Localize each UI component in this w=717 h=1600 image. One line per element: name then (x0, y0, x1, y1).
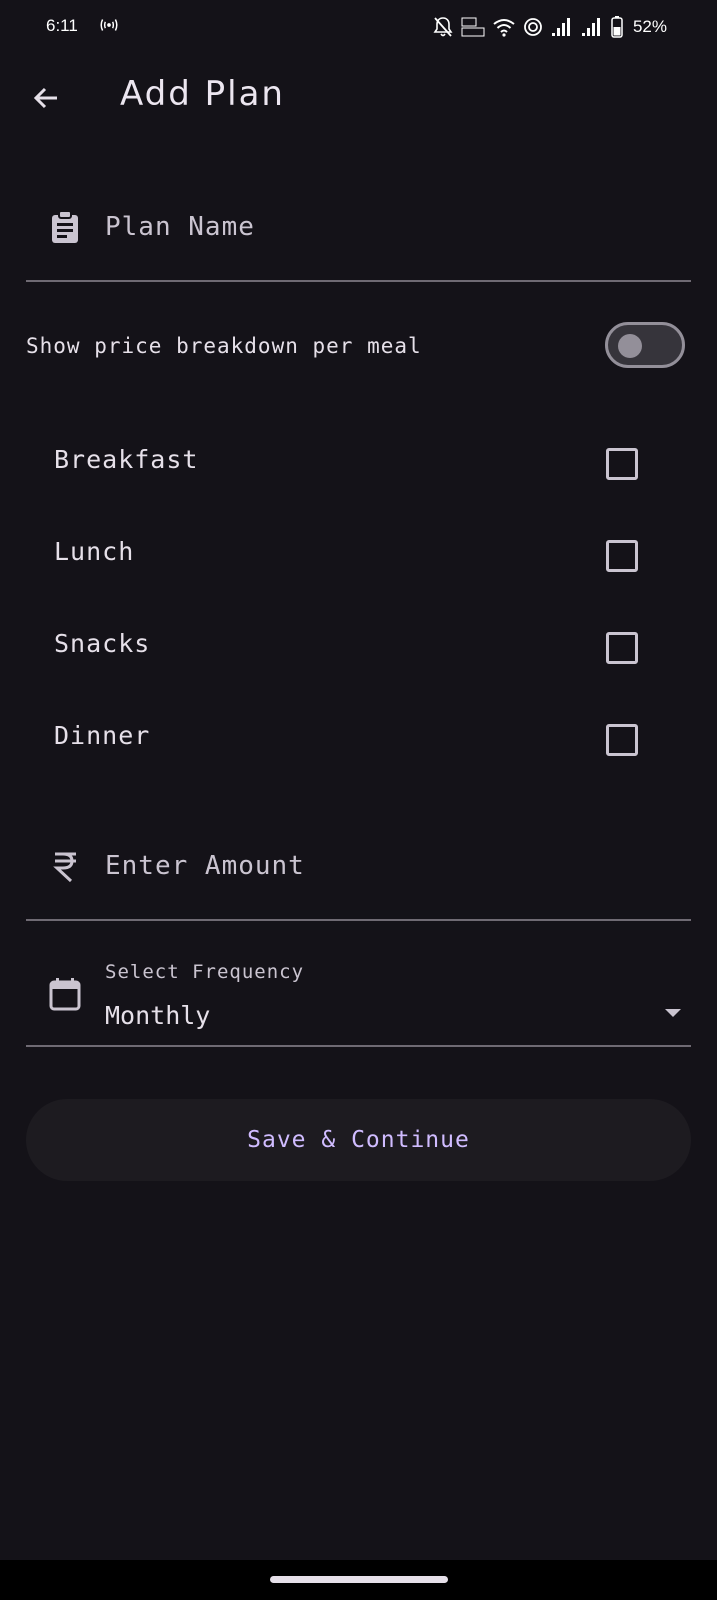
status-icons: 52% (433, 14, 667, 40)
lunch-checkbox[interactable] (606, 540, 638, 572)
navigation-bar (0, 1560, 717, 1600)
plan-name-placeholder: Plan Name (105, 212, 255, 242)
clipboard-icon (52, 210, 78, 243)
frequency-value: Monthly (105, 1001, 211, 1030)
frequency-dropdown[interactable]: Select Frequency Monthly (26, 945, 691, 1047)
signal-2-icon (581, 18, 600, 36)
battery-percent: 52% (632, 17, 667, 36)
amount-placeholder: Enter Amount (105, 851, 305, 881)
app-bar: Add Plan (0, 56, 717, 142)
signal-1-icon (551, 18, 570, 36)
arrow-left-icon (33, 87, 57, 109)
price-breakdown-toggle-row: Show price breakdown per meal (26, 318, 691, 378)
back-button[interactable] (24, 76, 68, 120)
save-continue-button[interactable]: Save & Continue (26, 1099, 691, 1181)
plan-name-field[interactable]: Plan Name (26, 190, 691, 282)
battery-icon (611, 16, 623, 38)
bell-off-icon (433, 17, 453, 37)
breakfast-checkbox[interactable] (606, 448, 638, 480)
dinner-checkbox[interactable] (606, 724, 638, 756)
amount-field[interactable]: Enter Amount (26, 817, 691, 921)
rupee-icon (53, 852, 76, 883)
meal-row-snacks: Snacks (26, 611, 691, 681)
frequency-label: Select Frequency (105, 961, 305, 983)
meal-label-snacks: Snacks (54, 629, 151, 658)
status-time: 6:11 (46, 16, 78, 35)
home-indicator[interactable] (270, 1576, 448, 1583)
meal-label-breakfast: Breakfast (54, 445, 199, 474)
meal-row-dinner: Dinner (26, 703, 691, 773)
volte-icon (461, 17, 485, 37)
meal-row-lunch: Lunch (26, 519, 691, 589)
price-breakdown-label: Show price breakdown per meal (26, 334, 422, 358)
price-breakdown-switch[interactable] (605, 322, 685, 368)
calendar-icon (49, 978, 81, 1011)
meal-label-lunch: Lunch (54, 537, 135, 566)
meal-row-breakfast: Breakfast (26, 427, 691, 497)
switch-thumb (618, 334, 642, 358)
dropdown-arrow-icon (665, 1009, 681, 1017)
hotspot-icon (100, 19, 118, 31)
meal-label-dinner: Dinner (54, 721, 151, 750)
page-title: Add Plan (120, 74, 285, 114)
status-bar: 6:11 52% (0, 0, 717, 56)
wifi-icon (493, 19, 515, 37)
snacks-checkbox[interactable] (606, 632, 638, 664)
nfc-icon (524, 18, 542, 36)
